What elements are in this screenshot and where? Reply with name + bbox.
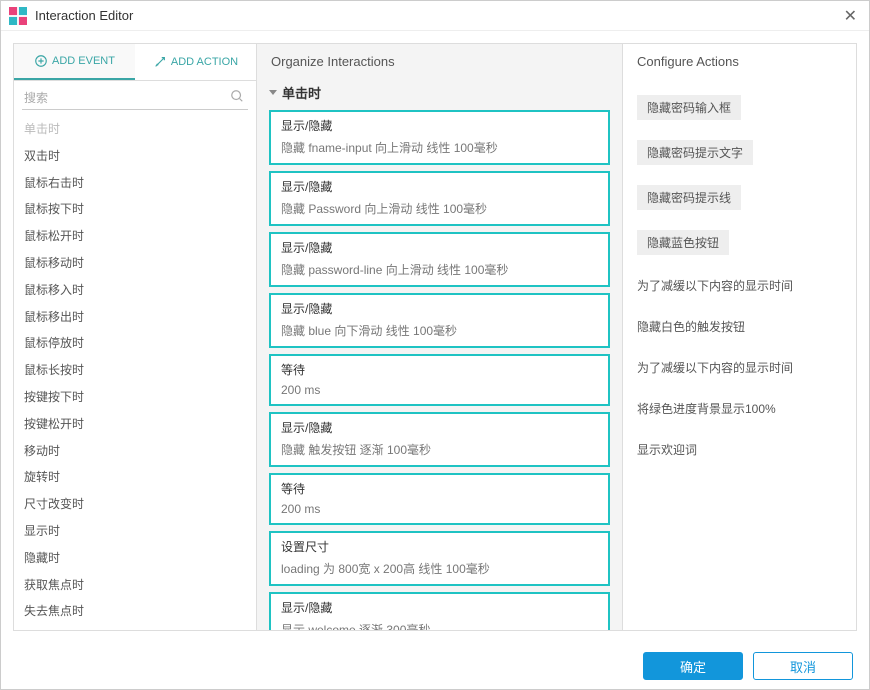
configure-panel: Configure Actions 隐藏密码输入框隐藏密码提示文字隐藏密码提示线… <box>622 43 857 631</box>
action-title: 显示/隐藏 <box>281 599 598 616</box>
window-title: Interaction Editor <box>35 8 133 23</box>
event-item[interactable]: 隐藏时 <box>14 545 256 572</box>
action-title: 显示/隐藏 <box>281 178 598 195</box>
action-card[interactable]: 显示/隐藏显示 welcome 逐渐 300毫秒 <box>269 592 610 630</box>
configure-item[interactable]: 隐藏密码输入框 <box>637 95 741 120</box>
action-title: 显示/隐藏 <box>281 239 598 256</box>
ok-button[interactable]: 确定 <box>643 652 743 680</box>
action-title: 显示/隐藏 <box>281 419 598 436</box>
event-item[interactable]: 选中改变时 <box>14 625 256 630</box>
search-box <box>14 81 256 116</box>
action-title: 设置尺寸 <box>281 538 598 555</box>
configure-item[interactable]: 隐藏密码提示文字 <box>637 140 753 165</box>
configure-item[interactable]: 显示欢迎词 <box>637 429 842 470</box>
collapse-icon[interactable] <box>269 90 277 95</box>
configure-body: 隐藏密码输入框隐藏密码提示文字隐藏密码提示线隐藏蓝色按钮为了减缓以下内容的显示时… <box>623 79 856 630</box>
event-item[interactable]: 鼠标移动时 <box>14 250 256 277</box>
action-card[interactable]: 等待 200 ms <box>269 354 610 406</box>
event-item[interactable]: 移动时 <box>14 438 256 465</box>
event-list: 单击时双击时鼠标右击时鼠标按下时鼠标松开时鼠标移动时鼠标移入时鼠标移出时鼠标停放… <box>14 116 256 630</box>
event-item[interactable]: 显示时 <box>14 518 256 545</box>
add-action-icon <box>153 55 167 69</box>
case-row[interactable]: 单击时 <box>269 79 610 110</box>
footer: 确定 取消 <box>1 643 869 689</box>
event-item[interactable]: 单击时 <box>14 116 256 143</box>
titlebar: Interaction Editor ✕ <box>1 1 869 31</box>
organize-body: 单击时 显示/隐藏隐藏 fname-input 向上滑动 线性 100毫秒显示/… <box>257 79 622 630</box>
event-item[interactable]: 双击时 <box>14 143 256 170</box>
action-detail: 隐藏 password-line 向上滑动 线性 100毫秒 <box>281 261 598 278</box>
action-title: 等待 <box>281 480 598 497</box>
configure-item[interactable]: 隐藏密码提示线 <box>637 185 741 210</box>
search-input[interactable] <box>22 87 248 110</box>
event-item[interactable]: 鼠标长按时 <box>14 357 256 384</box>
action-card[interactable]: 显示/隐藏隐藏 blue 向下滑动 线性 100毫秒 <box>269 293 610 348</box>
action-detail: 显示 welcome 逐渐 300毫秒 <box>281 621 598 630</box>
event-item[interactable]: 鼠标松开时 <box>14 223 256 250</box>
action-card[interactable]: 显示/隐藏隐藏 fname-input 向上滑动 线性 100毫秒 <box>269 110 610 165</box>
app-logo <box>9 7 27 25</box>
organize-panel: Organize Interactions 单击时 显示/隐藏隐藏 fname-… <box>256 43 622 631</box>
organize-header: Organize Interactions <box>257 44 622 79</box>
action-detail: 200 ms <box>281 502 598 516</box>
action-detail: 隐藏 触发按钮 逐渐 100毫秒 <box>281 441 598 458</box>
action-title: 显示/隐藏 <box>281 300 598 317</box>
actions-container: 显示/隐藏隐藏 fname-input 向上滑动 线性 100毫秒显示/隐藏隐藏… <box>269 110 610 630</box>
event-item[interactable]: 鼠标按下时 <box>14 196 256 223</box>
left-panel: ADD EVENT ADD ACTION 单击时双击时鼠标右击时鼠标按下时鼠标松… <box>13 43 256 631</box>
configure-item[interactable]: 隐藏蓝色按钮 <box>637 230 729 255</box>
event-item[interactable]: 按键按下时 <box>14 384 256 411</box>
action-card[interactable]: 显示/隐藏隐藏 password-line 向上滑动 线性 100毫秒 <box>269 232 610 287</box>
event-item[interactable]: 鼠标移出时 <box>14 304 256 331</box>
action-title: 显示/隐藏 <box>281 117 598 134</box>
action-card[interactable]: 设置尺寸 loading 为 800宽 x 200高 线性 100毫秒 <box>269 531 610 586</box>
action-card[interactable]: 显示/隐藏隐藏 触发按钮 逐渐 100毫秒 <box>269 412 610 467</box>
close-icon[interactable]: ✕ <box>840 6 861 26</box>
action-detail: 隐藏 fname-input 向上滑动 线性 100毫秒 <box>281 139 598 156</box>
case-label: 单击时 <box>282 83 321 102</box>
content-area: ADD EVENT ADD ACTION 单击时双击时鼠标右击时鼠标按下时鼠标松… <box>1 31 869 643</box>
tab-add-event-label: ADD EVENT <box>52 55 115 67</box>
event-item[interactable]: 按键松开时 <box>14 411 256 438</box>
action-detail: 隐藏 blue 向下滑动 线性 100毫秒 <box>281 322 598 339</box>
event-item[interactable]: 鼠标移入时 <box>14 277 256 304</box>
action-detail: 200 ms <box>281 383 598 397</box>
tab-add-event[interactable]: ADD EVENT <box>14 44 135 80</box>
event-item[interactable]: 失去焦点时 <box>14 598 256 625</box>
add-event-icon <box>34 54 48 68</box>
interaction-editor-window: Interaction Editor ✕ ADD EVENT ADD ACTIO… <box>0 0 870 690</box>
event-item[interactable]: 鼠标右击时 <box>14 170 256 197</box>
cancel-button[interactable]: 取消 <box>753 652 853 680</box>
configure-item[interactable]: 隐藏白色的触发按钮 <box>637 306 842 347</box>
action-detail: 隐藏 Password 向上滑动 线性 100毫秒 <box>281 200 598 217</box>
action-detail: loading 为 800宽 x 200高 线性 100毫秒 <box>281 560 598 577</box>
left-tabs: ADD EVENT ADD ACTION <box>14 44 256 81</box>
tab-add-action[interactable]: ADD ACTION <box>135 44 256 80</box>
search-icon[interactable] <box>230 89 244 106</box>
event-item[interactable]: 尺寸改变时 <box>14 491 256 518</box>
tab-add-action-label: ADD ACTION <box>171 56 238 68</box>
configure-header: Configure Actions <box>623 44 856 79</box>
action-title: 等待 <box>281 361 598 378</box>
action-card[interactable]: 等待 200 ms <box>269 473 610 525</box>
event-item[interactable]: 旋转时 <box>14 464 256 491</box>
configure-item[interactable]: 为了减缓以下内容的显示时间 <box>637 347 842 388</box>
configure-item[interactable]: 为了减缓以下内容的显示时间 <box>637 265 842 306</box>
event-item[interactable]: 鼠标停放时 <box>14 330 256 357</box>
configure-item[interactable]: 将绿色进度背景显示100% <box>637 388 842 429</box>
event-item[interactable]: 获取焦点时 <box>14 572 256 599</box>
action-card[interactable]: 显示/隐藏隐藏 Password 向上滑动 线性 100毫秒 <box>269 171 610 226</box>
